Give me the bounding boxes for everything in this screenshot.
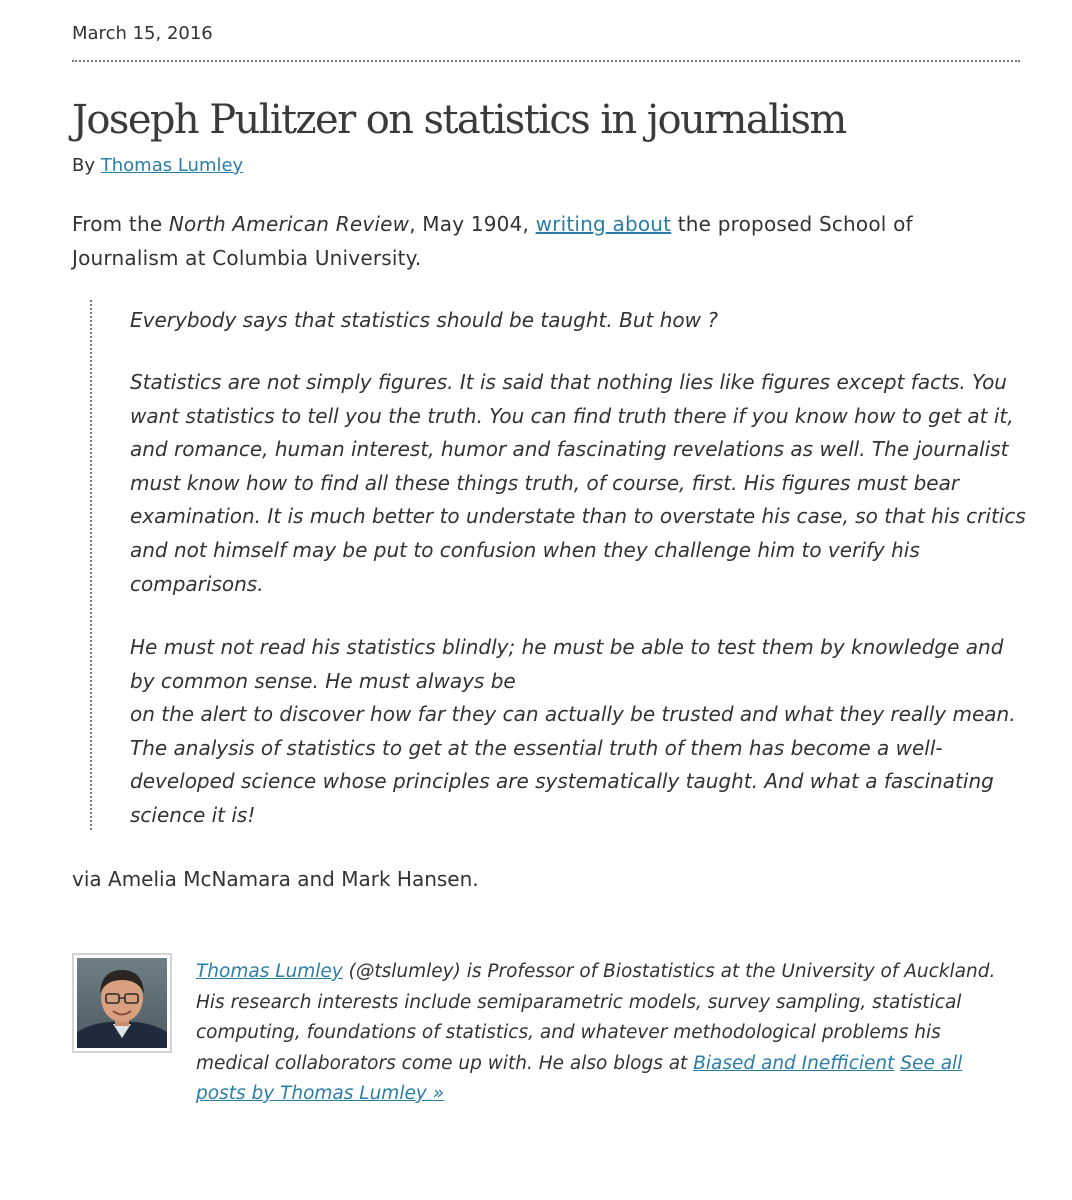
pulitzer-quote: Everybody says that statistics should be… — [90, 300, 1026, 830]
blog-link[interactable]: Biased and Inefficient — [693, 1053, 894, 1074]
quote-paragraph-3: He must not read his statistics blindly;… — [130, 631, 1030, 833]
intro-date: , May 1904, — [409, 212, 536, 236]
quote-paragraph-3-line-1: He must not read his statistics blindly;… — [130, 635, 1004, 693]
quote-paragraph-2: Statistics are not simply figures. It is… — [130, 370, 1026, 596]
quote-paragraph-3-line-2: on the alert to discover how far they ca… — [130, 702, 1016, 827]
intro-prefix: From the — [72, 212, 169, 236]
via-credit: via Amelia McNamara and Mark Hansen. — [72, 867, 479, 891]
publication-name: North American Review — [168, 212, 410, 236]
author-photo-icon — [77, 958, 167, 1048]
quote-paragraph-1: Everybody says that statistics should be… — [130, 308, 718, 332]
byline-prefix: By — [72, 155, 96, 176]
author-bio-name-link[interactable]: Thomas Lumley — [196, 961, 343, 982]
author-link[interactable]: Thomas Lumley — [101, 155, 243, 176]
author-bio: Thomas Lumley (@tslumley) is Professor o… — [196, 957, 996, 1110]
header-divider — [72, 60, 1020, 62]
writing-about-link[interactable]: writing about — [536, 212, 672, 236]
byline: By Thomas Lumley — [72, 153, 243, 179]
intro-paragraph: From the North American Review, May 1904… — [72, 207, 1002, 275]
post-title: Joseph Pulitzer on statistics in journal… — [72, 97, 847, 143]
author-avatar[interactable] — [72, 953, 172, 1053]
post-date: March 15, 2016 — [72, 23, 213, 44]
